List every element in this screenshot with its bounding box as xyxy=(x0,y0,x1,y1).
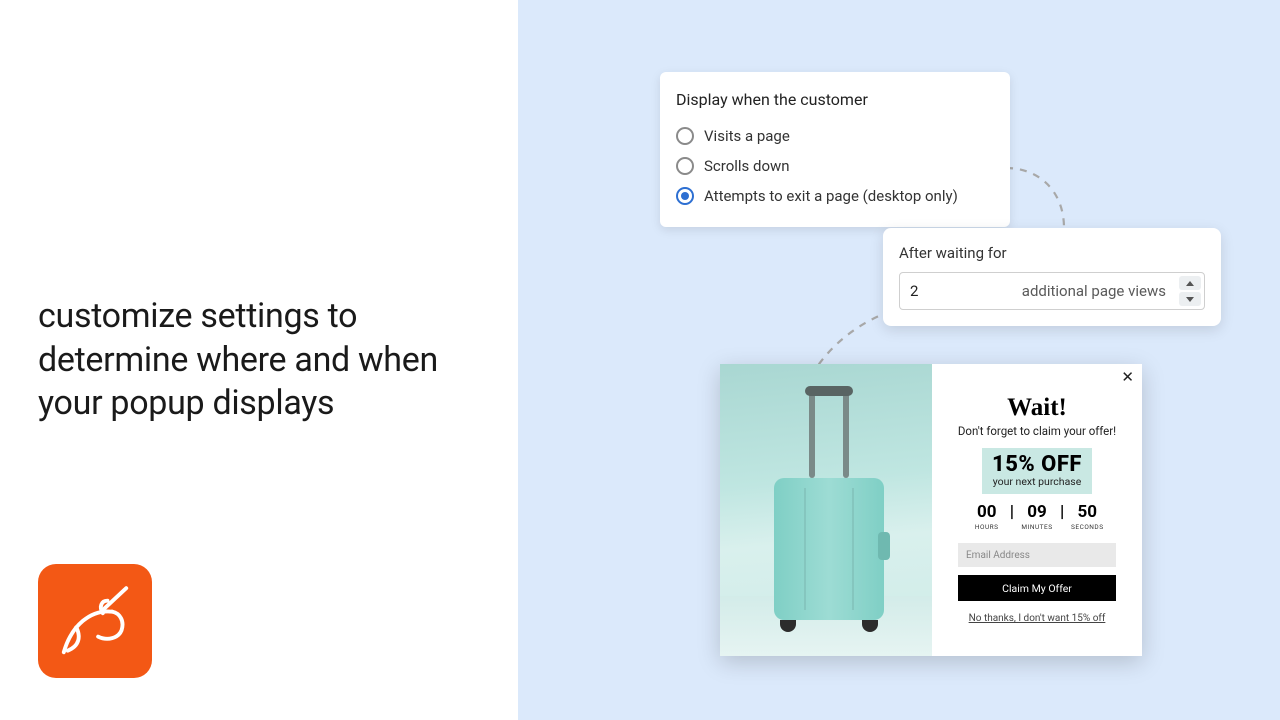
delay-card: After waiting for 2 additional page view… xyxy=(883,228,1221,326)
radio-label: Visits a page xyxy=(704,127,790,145)
suitcase-icon xyxy=(774,478,884,620)
card-title: After waiting for xyxy=(899,244,1205,262)
timer-hours-label: HOURS xyxy=(966,523,1008,531)
stepper-down-button[interactable] xyxy=(1179,292,1201,306)
page-views-stepper[interactable]: 2 additional page views xyxy=(899,272,1205,310)
radio-label: Attempts to exit a page (desktop only) xyxy=(704,187,958,205)
close-icon[interactable]: ✕ xyxy=(1121,370,1134,385)
stepper-suffix: additional page views xyxy=(980,282,1168,300)
radio-label: Scrolls down xyxy=(704,157,790,175)
offer-badge: 15% OFF your next purchase xyxy=(982,448,1092,494)
chevron-down-icon xyxy=(1186,297,1194,302)
offer-amount: 15% OFF xyxy=(992,452,1082,477)
timer-hours: 00 xyxy=(966,502,1008,522)
timer-seconds: 50 xyxy=(1066,502,1108,522)
popup-subtitle: Don't forget to claim your offer! xyxy=(958,424,1116,438)
display-trigger-card: Display when the customer Visits a page … xyxy=(660,72,1010,227)
radio-option-scrolls-down[interactable]: Scrolls down xyxy=(676,151,994,181)
radio-icon xyxy=(676,187,694,205)
radio-icon xyxy=(676,157,694,175)
headline: customize settings to determine where an… xyxy=(38,295,478,426)
brand-logo xyxy=(38,564,152,678)
radio-option-exit-intent[interactable]: Attempts to exit a page (desktop only) xyxy=(676,181,994,211)
countdown-timer: 00 HOURS | 09 MINUTES | 50 SECONDS xyxy=(966,502,1109,531)
email-input[interactable]: Email Address xyxy=(958,543,1116,567)
stepper-value: 2 xyxy=(910,282,980,300)
chevron-up-icon xyxy=(1186,281,1194,286)
timer-minutes: 09 xyxy=(1016,502,1058,522)
popup-image xyxy=(720,364,932,656)
timer-seconds-label: SECONDS xyxy=(1066,523,1108,531)
stepper-up-button[interactable] xyxy=(1179,276,1201,290)
timer-minutes-label: MINUTES xyxy=(1016,523,1058,531)
card-title: Display when the customer xyxy=(676,90,994,109)
suitcase-handle-icon xyxy=(805,392,853,478)
offer-caption: your next purchase xyxy=(992,475,1082,488)
radio-icon xyxy=(676,127,694,145)
claim-offer-button[interactable]: Claim My Offer xyxy=(958,575,1116,601)
popup-preview: ✕ Wait! Don't forget to claim your offer… xyxy=(720,364,1142,656)
radio-option-visits-page[interactable]: Visits a page xyxy=(676,121,994,151)
decline-link[interactable]: No thanks, I don't want 15% off xyxy=(969,613,1106,624)
popup-title: Wait! xyxy=(1007,394,1067,422)
unicorn-icon xyxy=(56,582,134,660)
